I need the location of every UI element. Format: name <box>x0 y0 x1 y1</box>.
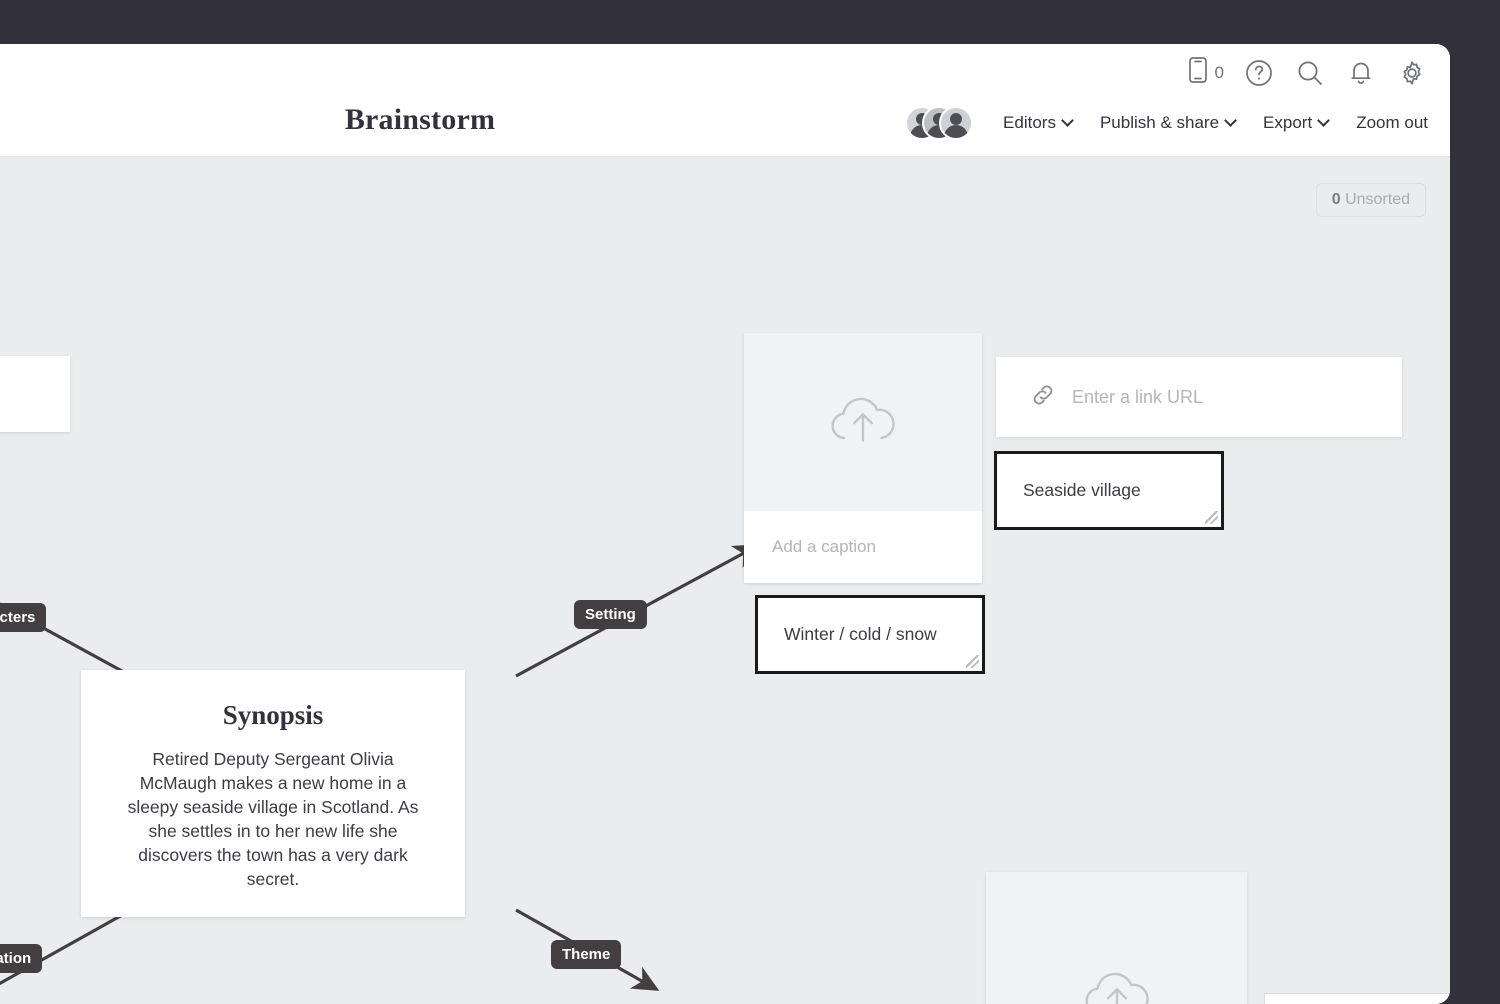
image-drop-zone[interactable] <box>744 333 982 511</box>
note-text: Winter / cold / snow <box>784 624 937 645</box>
notifications-bell-icon[interactable] <box>1345 57 1377 89</box>
connector-label-text: Situation <box>0 950 31 967</box>
link-url-placeholder: Enter a link URL <box>1072 387 1203 408</box>
menu-publish-share[interactable]: Publish & share <box>1100 113 1235 133</box>
app-window: Brainstorm 0 <box>0 44 1450 1004</box>
status-badge[interactable]: 0 Unsorted <box>1316 183 1426 217</box>
settings-gear-icon[interactable] <box>1396 57 1428 89</box>
synopsis-card[interactable]: Synopsis Retired Deputy Sergeant Olivia … <box>81 670 465 917</box>
connector-label-text: Characters <box>0 609 35 626</box>
avatar <box>939 106 973 140</box>
menu-zoom-out-label: Zoom out <box>1356 113 1428 133</box>
app-header: Brainstorm 0 <box>0 44 1450 157</box>
chevron-down-icon <box>1317 114 1330 127</box>
connector-label-text: Setting <box>585 606 636 623</box>
cloud-upload-icon <box>1078 964 1156 1004</box>
device-preview-button[interactable]: 0 <box>1187 56 1224 89</box>
device-count: 0 <box>1215 63 1224 83</box>
help-icon[interactable] <box>1243 57 1275 89</box>
menu-publish-share-label: Publish & share <box>1100 113 1219 133</box>
header-menu-row: Editors Publish & share Export Zoom out <box>905 106 1428 140</box>
synopsis-body: Retired Deputy Sergeant Olivia McMaugh m… <box>119 747 427 891</box>
header-icon-row: 0 <box>1187 56 1428 89</box>
chevron-down-icon <box>1061 114 1074 127</box>
search-icon[interactable] <box>1294 57 1326 89</box>
editors-avatar-group[interactable] <box>905 106 973 140</box>
menu-export[interactable]: Export <box>1263 113 1328 133</box>
image-upload-card-bottom[interactable] <box>986 872 1247 1004</box>
menu-zoom-out[interactable]: Zoom out <box>1356 113 1428 133</box>
unsorted-count: 0 <box>1332 191 1341 208</box>
note-text: Seaside village <box>1023 480 1141 501</box>
note-seaside-village[interactable]: Seaside village <box>994 451 1224 530</box>
synopsis-heading: Synopsis <box>119 700 427 731</box>
note-winter-cold-snow[interactable]: Winter / cold / snow <box>755 595 985 674</box>
resize-handle-icon[interactable] <box>966 655 979 668</box>
menu-editors[interactable]: Editors <box>1003 113 1072 133</box>
cloud-upload-icon <box>824 389 902 456</box>
image-drop-zone[interactable] <box>986 872 1247 1004</box>
link-chain-icon <box>1030 382 1056 413</box>
note-thrill-and-excitement[interactable]: Thrill and excitement <box>1264 993 1450 1004</box>
unsorted-label: Unsorted <box>1345 191 1410 208</box>
connector-label-text: Theme <box>562 946 610 963</box>
connector-label-situation[interactable]: Situation <box>0 944 42 973</box>
menu-export-label: Export <box>1263 113 1312 133</box>
image-caption-placeholder: Add a caption <box>772 537 876 557</box>
image-upload-card[interactable]: Add a caption <box>744 333 982 583</box>
chevron-down-icon <box>1224 114 1237 127</box>
page-title: Brainstorm <box>0 103 890 137</box>
resize-handle-icon[interactable] <box>1205 511 1218 524</box>
device-preview-icon <box>1187 56 1209 89</box>
link-url-card[interactable]: Enter a link URL <box>996 357 1402 437</box>
connector-label-theme[interactable]: Theme <box>551 940 621 969</box>
desktop-backdrop: Brainstorm 0 <box>0 0 1500 1000</box>
mindmap-canvas[interactable]: 0 Unsorted Char <box>0 157 1450 1004</box>
menu-editors-label: Editors <box>1003 113 1056 133</box>
connector-label-setting[interactable]: Setting <box>574 600 647 629</box>
blank-card-left[interactable] <box>0 356 70 432</box>
connector-label-characters[interactable]: Characters <box>0 603 46 632</box>
image-caption-input[interactable]: Add a caption <box>744 511 982 583</box>
